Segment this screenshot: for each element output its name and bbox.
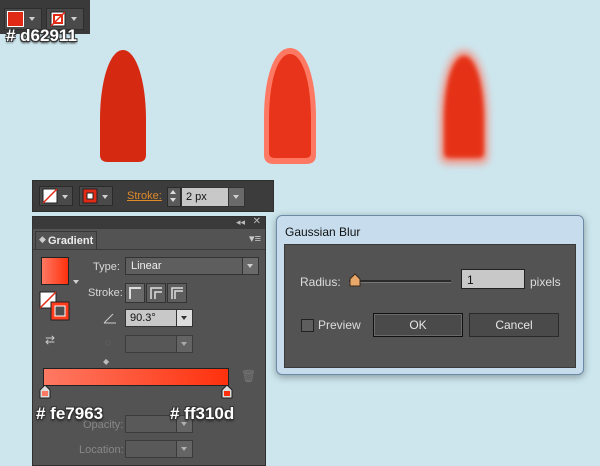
location-field: [125, 440, 193, 458]
midpoint-diamond-icon[interactable]: ◆: [103, 357, 109, 366]
gradient-end-label: # ff310d: [170, 404, 235, 423]
collapse-icon[interactable]: ◂◂: [236, 217, 245, 228]
aspect-ratio-icon: ◌: [105, 337, 112, 349]
radius-slider-track[interactable]: [349, 280, 451, 283]
chevron-down-icon: [71, 17, 77, 21]
reverse-gradient-icon[interactable]: ⇄: [45, 333, 55, 347]
dialog-title: Gaussian Blur: [285, 225, 361, 239]
stroke-along-icon: [150, 287, 162, 299]
gaussian-blur-dialog: Gaussian Blur Radius: 1 pixels Preview O…: [276, 215, 584, 375]
aspect-ratio-field: [125, 335, 193, 353]
no-fill-icon: [42, 188, 58, 204]
ok-button[interactable]: OK: [373, 313, 463, 337]
stroke-weight-value: 2 px: [186, 191, 207, 203]
angle-dropdown[interactable]: [176, 310, 192, 326]
radius-slider-thumb[interactable]: [349, 273, 361, 287]
radius-input[interactable]: 1: [461, 269, 525, 289]
stroke-weight-field[interactable]: 2 px: [181, 187, 245, 207]
radius-unit-label: pixels: [530, 275, 561, 289]
cancel-label: Cancel: [495, 318, 533, 332]
preview-label[interactable]: Preview: [318, 318, 361, 332]
gradient-slider-bar[interactable]: [43, 368, 229, 386]
angle-field[interactable]: 90.3°: [125, 309, 193, 327]
gradient-start-label: # fe7963: [36, 404, 104, 423]
color-stop-start[interactable]: [39, 385, 51, 399]
flat-nail: [100, 50, 146, 162]
type-select[interactable]: Linear: [125, 257, 259, 275]
type-dropdown[interactable]: [242, 258, 258, 274]
spin-down-icon[interactable]: [170, 198, 176, 202]
stroke-link-label[interactable]: Stroke:: [127, 190, 162, 202]
chevron-down-icon: [181, 447, 187, 451]
chevron-down-icon: [29, 17, 35, 21]
stroke-weight-dropdown[interactable]: [228, 188, 244, 206]
stroke-color-dropdown[interactable]: [79, 186, 113, 206]
fill-stroke-mini-icon[interactable]: [39, 291, 73, 321]
type-value: Linear: [131, 260, 162, 272]
cancel-button[interactable]: Cancel: [469, 313, 559, 337]
trash-icon[interactable]: 🗑: [241, 369, 256, 383]
stroke-across-icon: [171, 287, 183, 299]
stroke-across-button[interactable]: [167, 283, 187, 303]
location-dropdown: [176, 441, 192, 457]
stroke-along-button[interactable]: [146, 283, 166, 303]
divider: [33, 249, 265, 250]
panel-tab-gradient[interactable]: ◆ Gradient: [35, 231, 97, 250]
chevron-down-icon[interactable]: [73, 280, 79, 284]
stroke-weight-spinner[interactable]: [167, 187, 181, 207]
chevron-down-icon: [247, 264, 253, 268]
stroke-toolbar: Stroke: 2 px: [32, 180, 274, 212]
radius-value: 1: [467, 273, 474, 287]
stroke-label: Stroke:: [88, 287, 123, 299]
angle-value: 90.3°: [130, 312, 156, 324]
nail-color-label: # d62911: [6, 26, 77, 45]
stroke-within-icon: [129, 287, 141, 299]
chevron-down-icon: [233, 195, 239, 199]
stroke-within-button[interactable]: [125, 283, 145, 303]
nail-illustrations: [100, 48, 488, 164]
chevron-down-icon: [181, 342, 187, 346]
fill-swatch[interactable]: [7, 11, 24, 27]
ok-label: OK: [409, 318, 427, 332]
aspect-dropdown: [176, 336, 192, 352]
spin-up-icon[interactable]: [170, 190, 176, 194]
angle-icon: [103, 313, 116, 324]
chevron-down-icon: [62, 195, 68, 199]
tab-toggle-icon: ◆: [39, 234, 46, 244]
location-label: Location:: [79, 444, 124, 456]
chevron-down-icon: [102, 195, 108, 199]
stroke-swatch-icon: [82, 188, 98, 204]
chevron-down-icon: [181, 316, 187, 320]
color-stop-end[interactable]: [221, 385, 233, 399]
fill-none-dropdown[interactable]: [39, 186, 73, 206]
panel-titlebar[interactable]: ◂◂ ✕: [33, 216, 265, 229]
close-icon[interactable]: ✕: [253, 216, 261, 227]
preview-checkbox[interactable]: [301, 319, 314, 332]
dialog-body: Radius: 1 pixels Preview OK Cancel: [284, 244, 576, 368]
gradient-panel: ◂◂ ✕ ◆ Gradient ▾≡ Type: Linear Stroke: …: [32, 216, 266, 466]
gradient-preview-swatch[interactable]: [41, 257, 69, 285]
panel-menu-icon[interactable]: ▾≡: [249, 232, 261, 245]
panel-title: Gradient: [48, 235, 94, 247]
radius-label: Radius:: [300, 275, 341, 289]
type-label: Type:: [93, 261, 120, 273]
